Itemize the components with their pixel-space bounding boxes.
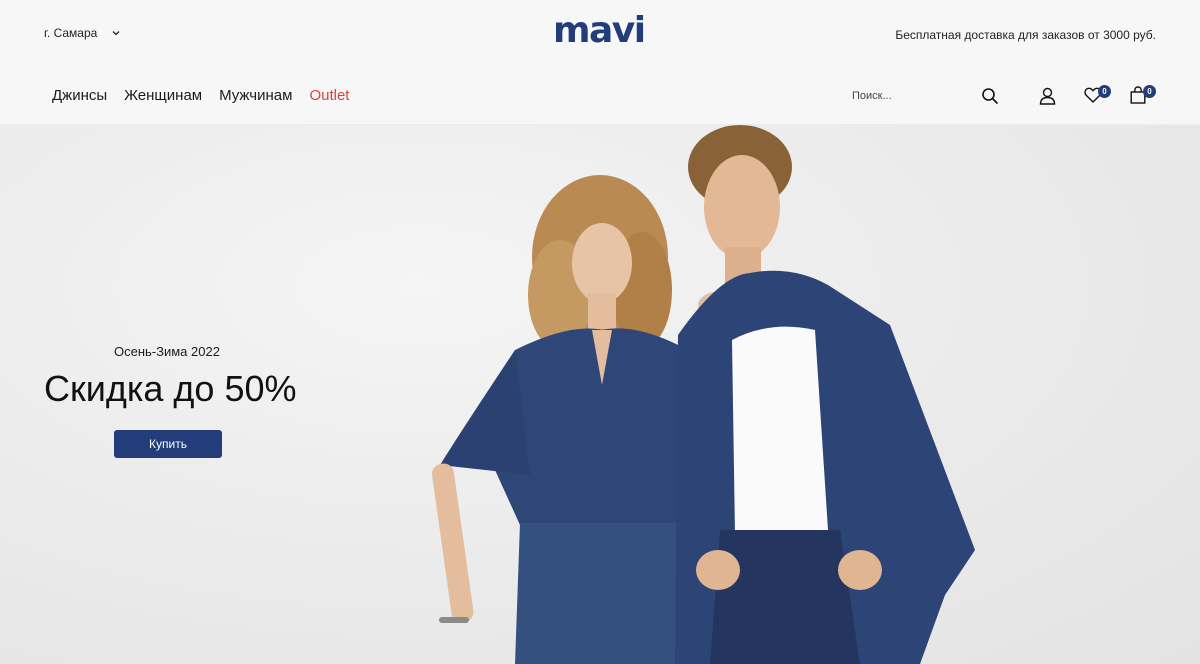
- top-bar: г. Самара mavi Бесплатная доставка для з…: [0, 0, 1200, 66]
- user-icon: [1039, 87, 1056, 105]
- nav-item-men[interactable]: Мужчинам: [219, 87, 292, 104]
- man-jeans: [710, 530, 860, 664]
- nav-item-outlet[interactable]: Outlet: [309, 87, 349, 104]
- woman-denim-shirt: [495, 328, 692, 525]
- hero-text-block: Осень-Зима 2022 Скидка до 50% Купить: [0, 125, 340, 664]
- city-selector[interactable]: г. Самара: [44, 26, 121, 40]
- cart-count-badge: 0: [1143, 85, 1156, 98]
- wishlist-button[interactable]: 0: [1084, 85, 1111, 104]
- man-face: [704, 155, 780, 259]
- main-nav: Джинсы Женщинам Мужчинам Outlet 0 0: [0, 66, 1200, 125]
- cart-button[interactable]: 0: [1130, 85, 1156, 104]
- search-icon[interactable]: [981, 87, 999, 105]
- man-white-tank: [732, 326, 828, 535]
- nav-item-women[interactable]: Женщинам: [124, 87, 202, 104]
- hero-headline: Скидка до 50%: [44, 368, 297, 409]
- hero-season: Осень-Зима 2022: [114, 344, 220, 359]
- account-button[interactable]: [1039, 87, 1056, 105]
- free-delivery-banner: Бесплатная доставка для заказов от 3000 …: [895, 28, 1156, 42]
- buy-button[interactable]: Купить: [114, 430, 222, 458]
- nav-item-jeans[interactable]: Джинсы: [52, 87, 107, 104]
- search-box: [840, 82, 1006, 110]
- woman-jeans: [515, 523, 698, 664]
- search-input[interactable]: [840, 90, 960, 102]
- mavi-logo[interactable]: mavi: [553, 13, 646, 49]
- category-menu: Джинсы Женщинам Мужчинам Outlet: [52, 87, 349, 104]
- city-label: г. Самара: [44, 26, 98, 40]
- hero-photo: [431, 125, 975, 664]
- hero-banner[interactable]: Осень-Зима 2022 Скидка до 50% Купить: [0, 125, 1200, 664]
- chevron-down-icon: [112, 31, 120, 36]
- woman-face: [572, 223, 632, 303]
- wishlist-count-badge: 0: [1098, 85, 1111, 98]
